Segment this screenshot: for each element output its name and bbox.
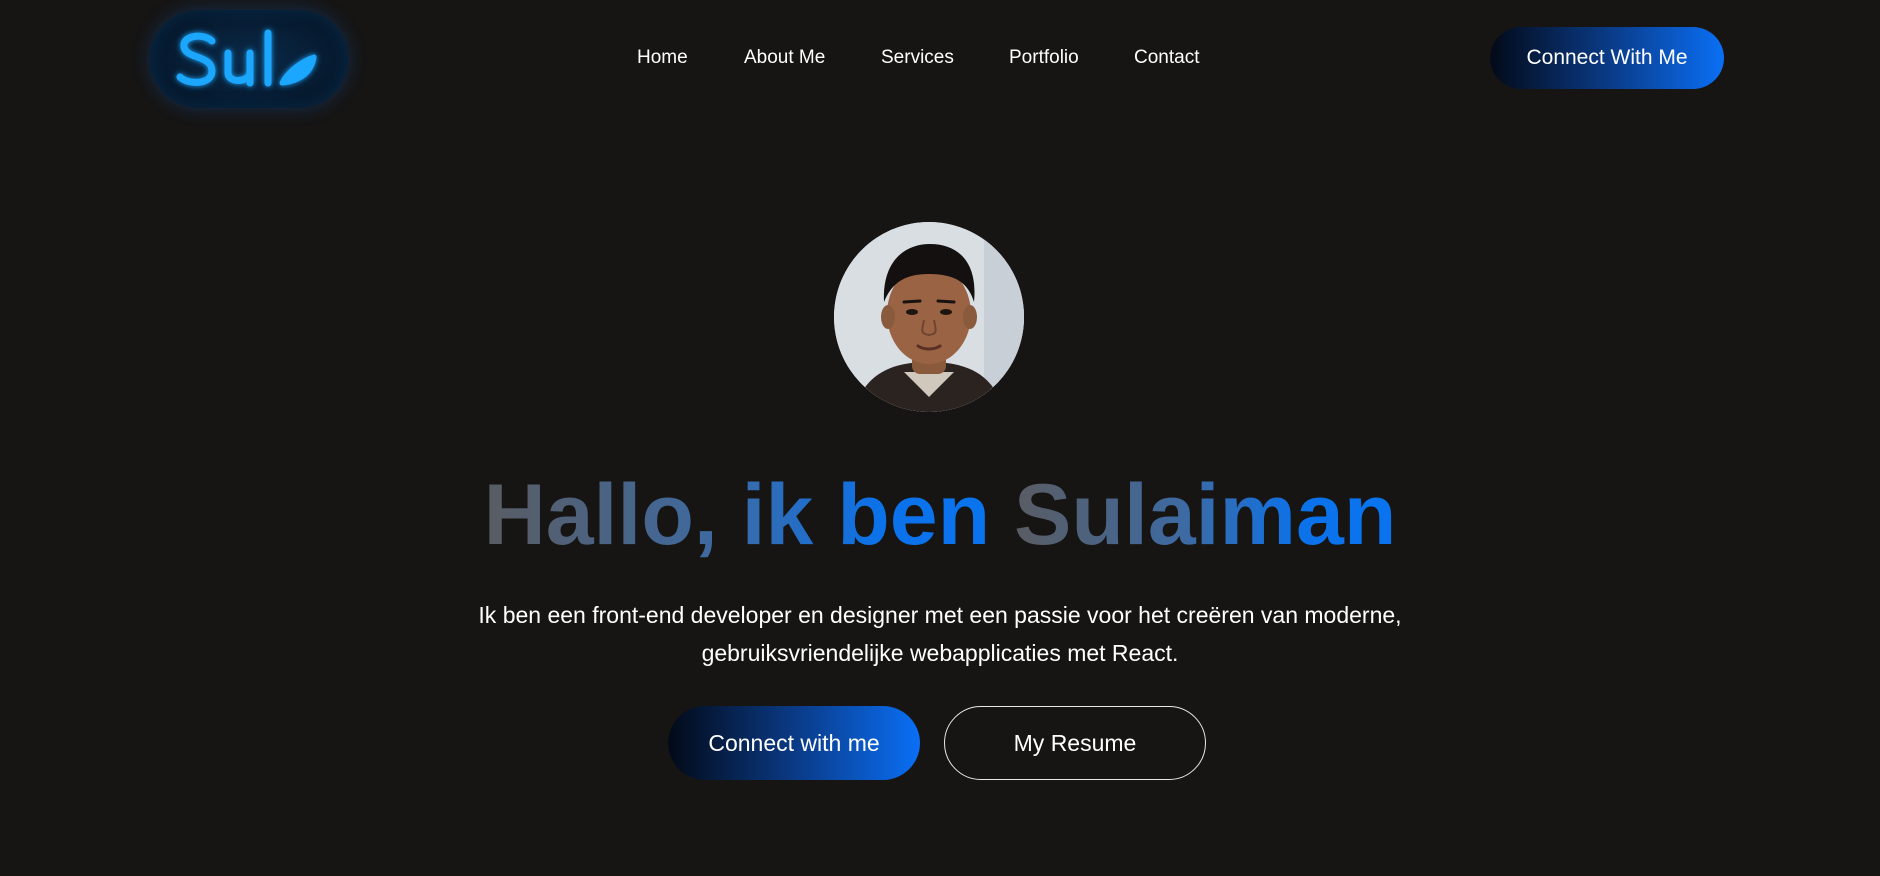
hero-title-name: Sulaiman bbox=[1014, 467, 1397, 563]
nav-item-home[interactable]: Home bbox=[637, 40, 688, 76]
nav-item-about-me[interactable]: About Me bbox=[744, 40, 825, 76]
page: Home About Me Services Portfolio Contact… bbox=[0, 0, 1880, 876]
hero-description: Ik ben een front-end developer en design… bbox=[478, 602, 1402, 666]
nav-item-portfolio[interactable]: Portfolio bbox=[1009, 40, 1079, 76]
connect-with-me-header-button[interactable]: Connect With Me bbox=[1490, 27, 1724, 89]
nav-item-services[interactable]: Services bbox=[881, 40, 954, 76]
hero-buttons: Connect with me My Resume bbox=[0, 706, 1880, 780]
profile-avatar bbox=[834, 222, 1024, 412]
hero-title: Hallo, ik ben Sulaiman bbox=[0, 465, 1880, 565]
hero-title-greeting: Hallo, ik ben bbox=[483, 467, 1015, 563]
my-resume-button[interactable]: My Resume bbox=[944, 706, 1206, 780]
profile-photo-avatar bbox=[834, 222, 1024, 412]
nav-item-contact[interactable]: Contact bbox=[1134, 40, 1199, 76]
connect-with-me-button[interactable]: Connect with me bbox=[668, 706, 920, 780]
